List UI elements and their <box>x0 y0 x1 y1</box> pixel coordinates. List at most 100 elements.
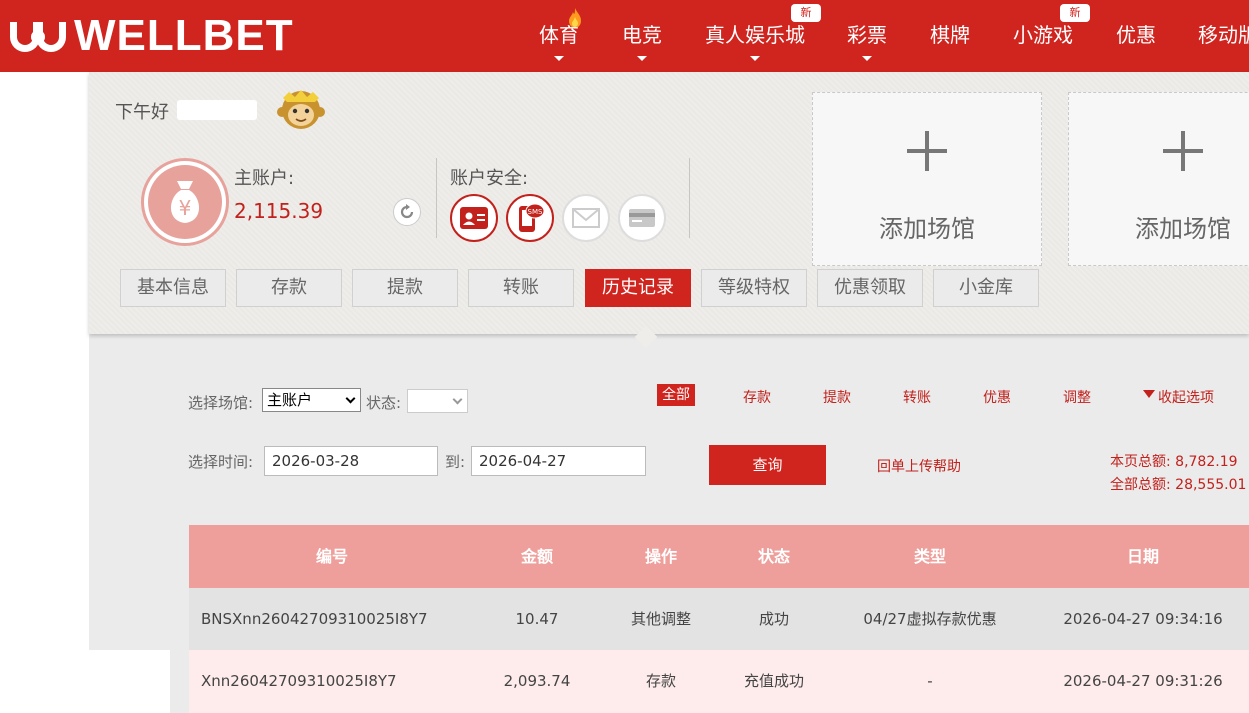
tab-vip-privileges[interactable]: 等级特权 <box>701 269 807 307</box>
nav-esports[interactable]: 电竞 <box>621 20 663 70</box>
cell-status: 成功 <box>758 610 789 628</box>
nav-live-casino[interactable]: 真人娱乐城 <box>704 20 806 70</box>
left-blank-area-lower <box>0 650 170 713</box>
divider <box>436 158 437 238</box>
nav-mini-games-label: 小游戏 <box>1013 23 1073 47</box>
id-card-icon[interactable] <box>450 194 498 242</box>
filter-all[interactable]: 全部 <box>657 384 695 406</box>
page-total-label: 本页总额: <box>1110 454 1171 470</box>
chevron-down-icon <box>554 56 564 61</box>
monkey-avatar-icon[interactable] <box>275 88 327 132</box>
filter-withdraw[interactable]: 提款 <box>823 387 851 407</box>
username-redacted <box>177 100 257 120</box>
new-badge: 新 <box>1060 4 1090 22</box>
column-header-type: 类型 <box>913 547 946 566</box>
bank-card-icon[interactable] <box>618 194 666 242</box>
logo-text: WELLBET <box>74 11 294 60</box>
tab-withdraw[interactable]: 提款 <box>352 269 458 307</box>
chevron-down-icon <box>637 56 647 61</box>
date-from-input[interactable]: 2026-03-28 <box>264 446 438 476</box>
query-button[interactable]: 查询 <box>709 445 826 485</box>
add-venue-label: 添加场馆 <box>879 215 975 243</box>
top-nav-bar: WELLBET 体育 电竞 真人娱乐城 新 彩票 棋牌 小游戏 新 优惠 移动版 <box>0 0 1249 72</box>
column-header-date: 日期 <box>1126 547 1159 566</box>
nav-sports[interactable]: 体育 <box>538 20 580 70</box>
tab-transfer[interactable]: 转账 <box>468 269 574 307</box>
nav-chess-cards[interactable]: 棋牌 <box>929 20 971 70</box>
nav-lottery[interactable]: 彩票 <box>846 20 888 70</box>
new-badge: 新 <box>791 4 821 22</box>
profile-panel: 下午好 ¥ 主账户: 2,115.39 账户安全: SMS 添加场馆 添加场馆 … <box>89 72 1249 349</box>
tab-deposit[interactable]: 存款 <box>236 269 342 307</box>
venue-select-value: 主账户 <box>267 391 313 409</box>
table-row[interactable]: Xnn26042709310025I8Y7 2,093.74 存款 充值成功 -… <box>189 650 1249 713</box>
email-icon[interactable] <box>562 194 610 242</box>
cell-date: 2026-04-27 09:34:16 <box>1063 610 1223 628</box>
filter-transfer[interactable]: 转账 <box>903 387 931 407</box>
receipt-upload-help-link[interactable]: 回单上传帮助 <box>877 456 961 476</box>
add-venue-button[interactable]: 添加场馆 <box>812 92 1042 266</box>
left-blank-area <box>0 72 89 713</box>
filter-adjustment[interactable]: 调整 <box>1063 387 1091 407</box>
chevron-down-icon <box>750 56 760 61</box>
cell-amount: 10.47 <box>515 610 559 628</box>
add-venue-button[interactable]: 添加场馆 <box>1068 92 1249 266</box>
all-total: 全部总额: 28,555.01 <box>1110 474 1246 494</box>
cell-type: 04/27虚拟存款优惠 <box>863 610 997 628</box>
divider <box>689 158 690 238</box>
cell-id: BNSXnn26042709310025I8Y7 <box>201 610 428 628</box>
venue-select-label: 选择场馆: <box>188 394 254 412</box>
logo-mark-icon <box>10 16 72 56</box>
nav-mobile[interactable]: 移动版 <box>1198 20 1249 70</box>
wellbet-logo[interactable]: WELLBET <box>10 12 294 60</box>
table-row[interactable]: BNSXnn26042709310025I8Y7 10.47 其他调整 成功 0… <box>189 588 1249 650</box>
refresh-balance-button[interactable] <box>393 198 421 226</box>
nav-mini-games[interactable]: 小游戏 <box>1012 20 1074 70</box>
nav-promotions-label: 优惠 <box>1116 23 1156 47</box>
collapse-options-link[interactable]: 收起选项 <box>1158 387 1214 407</box>
tab-basic-info[interactable]: 基本信息 <box>120 269 226 307</box>
account-security-label: 账户安全: <box>450 168 529 189</box>
cell-date: 2026-04-27 09:31:26 <box>1063 672 1223 690</box>
main-account-label: 主账户: <box>234 168 295 189</box>
table-header: 编号 金额 操作 状态 类型 日期 <box>189 525 1249 588</box>
cell-type: - <box>927 672 933 690</box>
cell-status: 充值成功 <box>743 672 804 690</box>
main-account-balance: 2,115.39 <box>234 199 324 223</box>
column-header-amount: 金额 <box>520 547 553 566</box>
money-bag-icon: ¥ <box>141 158 229 246</box>
add-venue-label: 添加场馆 <box>1135 215 1231 243</box>
nav-chess-cards-label: 棋牌 <box>930 23 970 47</box>
greeting-text: 下午好 <box>115 102 169 123</box>
triangle-down-icon <box>1143 390 1155 398</box>
filter-promotion[interactable]: 优惠 <box>983 387 1011 407</box>
nav-lottery-label: 彩票 <box>847 23 887 47</box>
date-to-label: 到: <box>445 453 466 471</box>
column-header-status: 状态 <box>757 547 790 566</box>
nav-promotions[interactable]: 优惠 <box>1115 20 1157 70</box>
nav-sports-label: 体育 <box>539 23 579 47</box>
sms-phone-icon[interactable]: SMS <box>506 194 554 242</box>
plus-icon <box>907 131 947 171</box>
chevron-down-icon <box>862 56 872 61</box>
status-select-label: 状态: <box>366 394 402 412</box>
filter-deposit[interactable]: 存款 <box>743 387 771 407</box>
tab-claim-promotions[interactable]: 优惠领取 <box>817 269 923 307</box>
column-header-operation: 操作 <box>644 547 677 566</box>
nav-live-casino-label: 真人娱乐城 <box>705 23 805 47</box>
chevron-down-icon <box>452 394 463 405</box>
tab-vault[interactable]: 小金库 <box>933 269 1039 307</box>
cell-amount: 2,093.74 <box>503 672 571 690</box>
status-select[interactable] <box>407 389 468 413</box>
all-total-value: 28,555.01 <box>1175 477 1247 493</box>
time-label: 选择时间: <box>188 453 254 471</box>
all-total-label: 全部总额: <box>1110 477 1171 493</box>
date-to-input[interactable]: 2026-04-27 <box>471 446 646 476</box>
nav-mobile-label: 移动版 <box>1198 23 1249 47</box>
venue-select[interactable]: 主账户 <box>262 388 361 412</box>
cell-operation: 存款 <box>645 672 676 690</box>
page-total-value: 8,782.19 <box>1175 454 1238 470</box>
refresh-icon <box>400 204 414 219</box>
column-header-id: 编号 <box>315 547 348 566</box>
tab-history[interactable]: 历史记录 <box>585 269 691 307</box>
